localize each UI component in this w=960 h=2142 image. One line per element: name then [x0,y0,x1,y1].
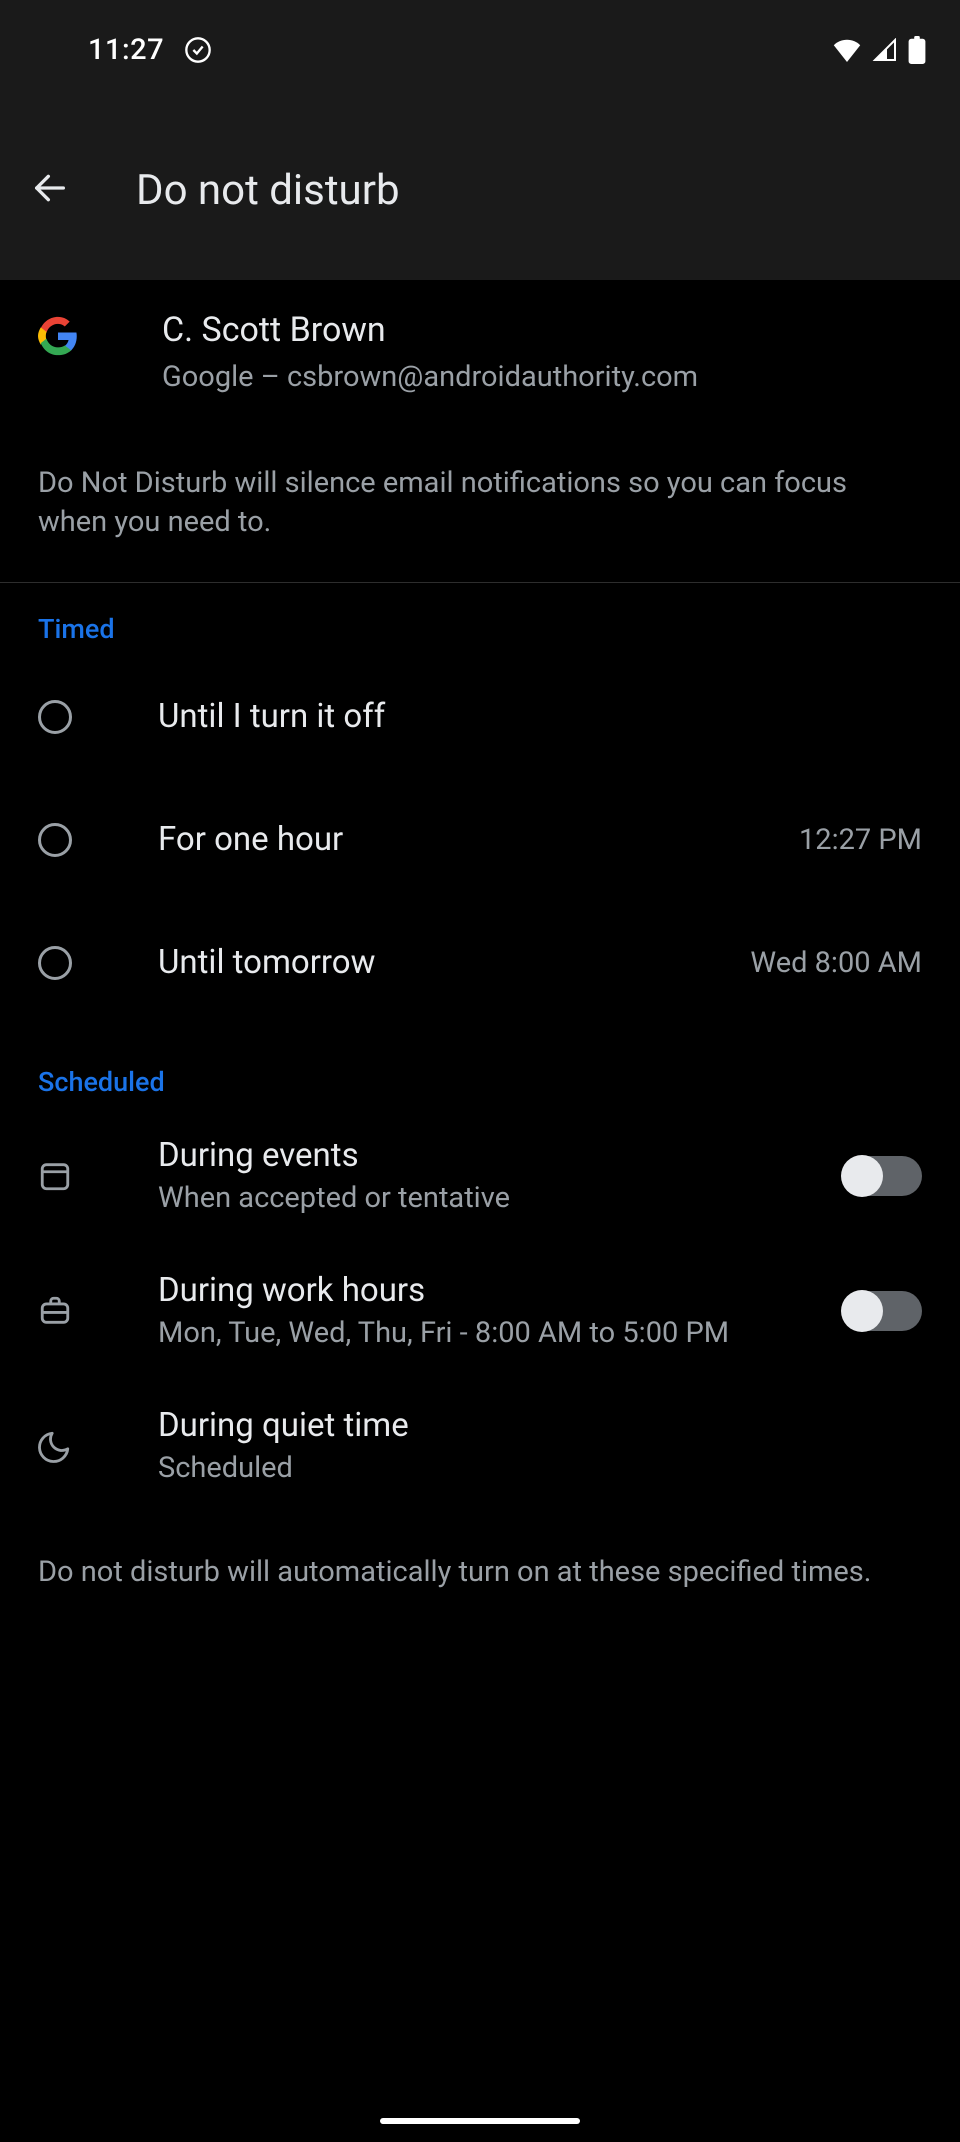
dnd-description: Do Not Disturb will silence email notifi… [0,410,960,583]
radio-label: Until I turn it off [158,697,922,736]
radio-icon [38,700,72,734]
schedule-during-events[interactable]: During events When accepted or tentative [0,1108,960,1243]
app-bar: Do not disturb [0,100,960,280]
section-header-timed: Timed [0,583,960,655]
dnd-status-icon [184,36,212,64]
status-bar: 11:27 [0,0,960,100]
schedule-sub: Scheduled [158,1451,922,1485]
status-time: 11:27 [88,33,164,67]
radio-icon [38,946,72,980]
page-title: Do not disturb [136,166,400,215]
footer-description: Do not disturb will automatically turn o… [0,1513,960,1632]
schedule-title: During work hours [158,1271,756,1310]
battery-icon [908,36,926,64]
radio-label: For one hour [158,820,713,859]
schedule-title: During events [158,1136,756,1175]
toggle-work-hours[interactable] [842,1291,922,1331]
wifi-icon [832,38,862,62]
calendar-icon [38,1159,72,1193]
schedule-title: During quiet time [158,1406,922,1445]
radio-icon [38,823,72,857]
schedule-work-hours[interactable]: During work hours Mon, Tue, Wed, Thu, Fr… [0,1243,960,1378]
radio-until-off[interactable]: Until I turn it off [0,655,960,778]
account-row[interactable]: C. Scott Brown Google – csbrown@androida… [0,280,960,410]
radio-one-hour[interactable]: For one hour 12:27 PM [0,778,960,901]
schedule-sub: Mon, Tue, Wed, Thu, Fri - 8:00 AM to 5:0… [158,1316,756,1350]
toggle-during-events[interactable] [842,1156,922,1196]
google-logo-icon [38,316,78,356]
section-header-scheduled: Scheduled [0,1024,960,1108]
nav-handle[interactable] [380,2118,580,2124]
account-name: C. Scott Brown [162,310,922,350]
schedule-quiet-time[interactable]: During quiet time Scheduled [0,1378,960,1513]
account-email: Google – csbrown@androidauthority.com [162,360,922,394]
radio-value: Wed 8:00 AM [750,946,922,980]
radio-value: 12:27 PM [799,823,922,857]
briefcase-icon [38,1294,72,1328]
radio-until-tomorrow[interactable]: Until tomorrow Wed 8:00 AM [0,901,960,1024]
signal-icon [872,38,898,62]
radio-label: Until tomorrow [158,943,664,982]
back-icon[interactable] [30,168,70,212]
moon-icon [38,1429,72,1463]
schedule-sub: When accepted or tentative [158,1181,756,1215]
